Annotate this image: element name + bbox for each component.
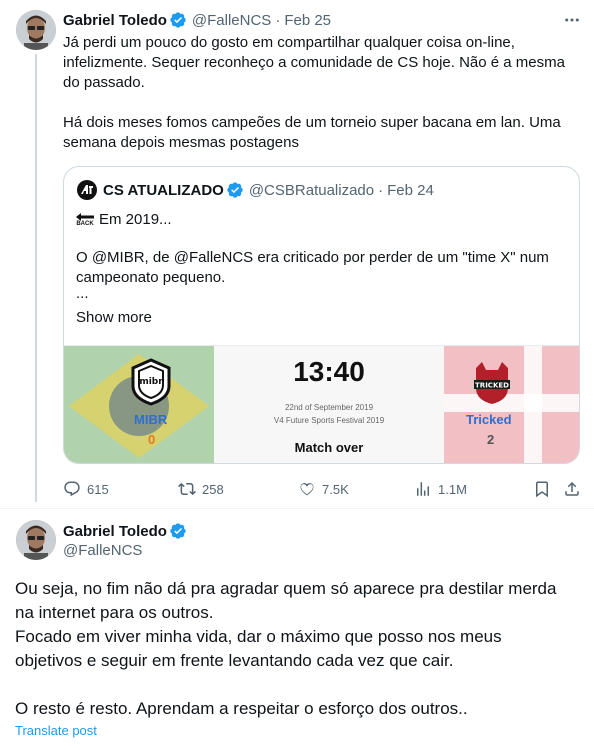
quoted-tweet[interactable]: CS ATUALIZADO @CSBRatualizado · Feb 24 B…: [63, 166, 580, 464]
views-button[interactable]: 1.1M: [414, 480, 467, 498]
team1-name: MIBR: [134, 412, 168, 427]
author-handle[interactable]: @FalleNCS: [63, 542, 142, 559]
quote-intro-text: Em 2019...: [99, 211, 172, 228]
tweet-text-line: Ou seja, no fim não dá pra agradar quem …: [15, 579, 557, 598]
team2-name: Tricked: [466, 412, 512, 427]
quote-author-handle[interactable]: @CSBRatualizado: [249, 182, 374, 199]
match-event: V4 Future Sports Festival 2019: [273, 416, 385, 425]
views-count: 1.1M: [438, 481, 467, 497]
reply-icon: [64, 481, 80, 497]
tweet-text-line: semana depois mesmas postagens: [63, 134, 299, 151]
author-name[interactable]: Gabriel Toledo: [63, 12, 167, 29]
author-handle[interactable]: @FalleNCS: [192, 12, 271, 29]
back-arrow-icon: BACK: [76, 212, 94, 228]
tweet-text-line: do passado.: [63, 74, 145, 91]
tricked-logo-icon: TRICKED: [474, 362, 510, 404]
tweet-divider: [0, 508, 594, 509]
match-time: 13:40: [293, 356, 365, 387]
match-status: Match over: [294, 440, 364, 455]
repost-button[interactable]: 258: [178, 480, 224, 498]
tweet-text-line: na internet para os outros.: [15, 603, 214, 622]
avatar[interactable]: [16, 520, 56, 560]
tweet-header: Gabriel Toledo: [63, 522, 187, 540]
bookmark-icon: [536, 481, 548, 498]
cs-atualizado-avatar[interactable]: [77, 180, 97, 200]
separator-dot: ·: [275, 11, 281, 29]
match-card-image[interactable]: mibr MIBR 0 13:40 22nd of September 2019…: [64, 345, 579, 463]
more-dots-icon[interactable]: [563, 11, 581, 34]
tweet-text-line: objetivos e seguir em frente levantando …: [15, 651, 454, 670]
avatar[interactable]: [16, 10, 56, 50]
share-button[interactable]: [563, 480, 581, 503]
quote-author-name[interactable]: CS ATUALIZADO: [103, 182, 224, 199]
tweet-text-line: Já perdi um pouco do gosto em compartilh…: [63, 34, 515, 51]
tricked-logo-text: TRICKED: [475, 382, 509, 390]
verified-icon: [227, 182, 243, 198]
quote-header: CS ATUALIZADO @CSBRatualizado · Feb 24: [77, 180, 434, 200]
separator-dot: ·: [378, 181, 384, 199]
team1-score: 0: [148, 432, 156, 447]
bookmark-button[interactable]: [533, 480, 551, 503]
mibr-logo-icon: mibr: [131, 358, 171, 406]
repost-icon: [178, 482, 196, 496]
share-icon: [565, 481, 579, 496]
tweet-text-line: Há dois meses fomos campeões de um torne…: [63, 114, 561, 131]
quote-date[interactable]: Feb 24: [387, 182, 434, 199]
quote-text-line: O @MIBR, de @FalleNCS era criticado por …: [76, 249, 549, 266]
quote-intro: BACK Em 2019...: [76, 210, 172, 230]
like-button[interactable]: 7.5K: [298, 480, 349, 498]
reply-count: 615: [87, 481, 109, 497]
verified-icon: [170, 12, 186, 28]
like-count: 7.5K: [322, 481, 349, 497]
show-more-link[interactable]: Show more: [76, 308, 152, 328]
tweet-text-line: infelizmente. Sequer reconheço a comunid…: [63, 54, 565, 71]
analytics-icon: [417, 482, 429, 496]
tweet-text-line: Focado em viver minha vida, dar o máximo…: [15, 627, 502, 646]
author-name[interactable]: Gabriel Toledo: [63, 523, 167, 540]
heart-icon: [300, 483, 314, 496]
team2-score: 2: [487, 432, 495, 447]
quote-text-line: ...: [76, 285, 89, 302]
verified-icon: [170, 523, 186, 539]
mibr-logo-text: mibr: [139, 377, 163, 387]
match-date: 22nd of September 2019: [284, 403, 374, 412]
tweet-header: Gabriel Toledo @FalleNCS · Feb 25: [63, 11, 331, 29]
reply-button[interactable]: 615: [63, 480, 109, 498]
back-label: BACK: [76, 220, 94, 227]
repost-count: 258: [202, 481, 224, 497]
quote-text-line: campeonato pequeno.: [76, 269, 226, 286]
tweet-date[interactable]: Feb 25: [284, 12, 331, 29]
tweet-text-line: O resto é resto. Aprendam a respeitar o …: [15, 699, 468, 718]
translate-post-link[interactable]: Translate post: [15, 723, 97, 738]
thread-line: [35, 54, 37, 502]
